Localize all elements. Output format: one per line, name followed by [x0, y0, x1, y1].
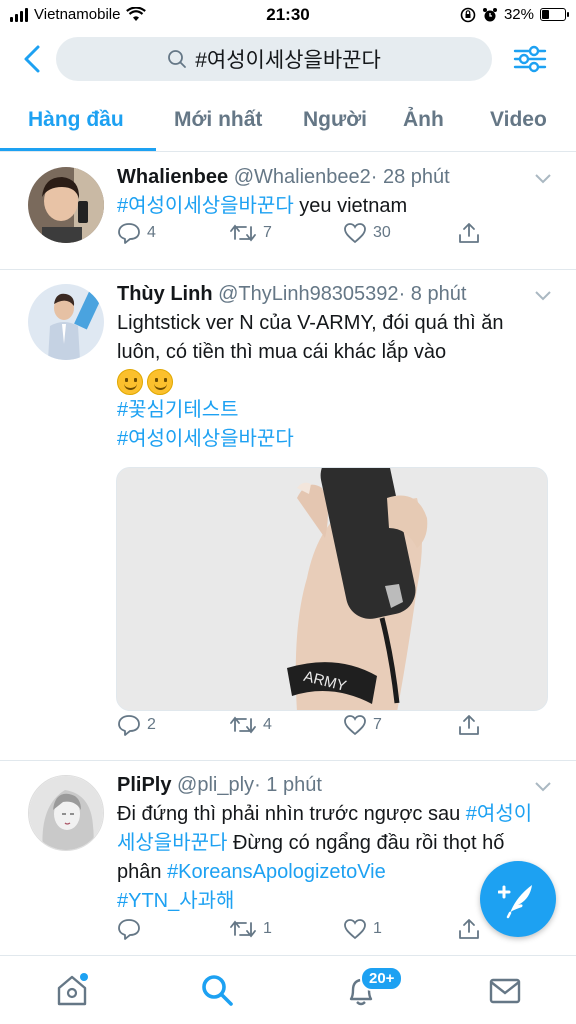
share-icon: [459, 715, 479, 735]
tweet-text: #여성이세상을바꾼다 yeu vietnam: [117, 192, 546, 221]
battery-percent: 32%: [503, 6, 534, 23]
tweet-body: Thùy Linh @ThyLinh98305392· 8 phút Light…: [117, 283, 546, 454]
tweet-time: · 8 phút: [398, 283, 467, 305]
heart-icon: [344, 223, 366, 244]
heart-icon: [344, 715, 366, 736]
smiley-emoji-icon: [117, 368, 143, 395]
search-header: #여성이세상을바꾼다: [0, 34, 576, 84]
messages-envelope-icon[interactable]: [487, 972, 523, 1008]
alarm-icon: [482, 7, 497, 21]
hashtag-link[interactable]: #꽃심기테스트: [117, 399, 239, 421]
share-icon: [459, 223, 479, 243]
reply-icon: [118, 223, 140, 244]
retweet-count: 4: [263, 716, 272, 733]
display-name[interactable]: Thùy Linh: [117, 283, 213, 305]
reply-icon: [118, 919, 140, 940]
tweet[interactable]: Whalienbee @Whalienbee2· 28 phút #여성이세상을…: [0, 153, 576, 270]
tweet[interactable]: Thùy Linh @ThyLinh98305392· 8 phút Light…: [0, 270, 576, 761]
reply-icon: [118, 715, 140, 736]
share-button[interactable]: [457, 917, 481, 941]
retweet-icon: [230, 920, 256, 938]
filter-settings-icon[interactable]: [512, 43, 548, 75]
tab-people[interactable]: Người: [303, 108, 367, 132]
active-tab-indicator: [0, 148, 156, 151]
tweet-body: Whalienbee @Whalienbee2· 28 phút #여성이세상을…: [117, 166, 546, 221]
tab-latest[interactable]: Mới nhất: [174, 108, 262, 132]
search-query: #여성이세상을바꾼다: [195, 49, 381, 72]
tweet-header: Whalienbee @Whalienbee2· 28 phút: [117, 166, 546, 189]
search-icon[interactable]: [199, 972, 235, 1008]
share-button[interactable]: [457, 713, 481, 737]
compose-tweet-button[interactable]: [480, 861, 556, 937]
retweet-button[interactable]: 4: [229, 715, 272, 735]
reply-count: 4: [147, 224, 156, 241]
home-icon[interactable]: [54, 972, 90, 1008]
retweet-button[interactable]: 7: [229, 223, 272, 243]
rotation-lock-icon: [460, 7, 476, 22]
battery-level: [542, 10, 549, 19]
tweet[interactable]: PliPly @pli_ply· 1 phút Đi đứng thì phải…: [0, 761, 576, 955]
status-right: 32%: [460, 6, 569, 23]
back-button[interactable]: [18, 42, 48, 76]
tab-videos[interactable]: Video: [490, 108, 547, 132]
status-bar: Vietnamobile 21:30 32%: [0, 0, 576, 30]
share-button[interactable]: [457, 221, 481, 245]
tweet-text: Lightstick ver N của V-ARMY, đói quá thì…: [117, 309, 546, 454]
battery-icon: [540, 8, 569, 21]
avatar[interactable]: [28, 284, 104, 360]
reply-button[interactable]: 4: [117, 222, 156, 244]
display-name[interactable]: PliPly: [117, 774, 171, 796]
chevron-down-icon[interactable]: [534, 781, 552, 793]
avatar[interactable]: [28, 167, 104, 243]
tweet-text-fragment: Đi đứng thì phải nhìn trước ngược sau: [117, 803, 466, 825]
reply-button[interactable]: 2: [117, 714, 156, 736]
reply-count: 2: [147, 716, 156, 733]
tweet-text-fragment: Lightstick ver N của V-ARMY, đói quá thì…: [117, 312, 504, 363]
like-button[interactable]: 1: [343, 918, 382, 940]
reply-button[interactable]: [117, 918, 147, 940]
search-tabs: Hàng đầu Mới nhất Người Ảnh Video: [0, 100, 576, 152]
chevron-down-icon[interactable]: [534, 173, 552, 185]
hashtag-link[interactable]: #여성이세상을바꾼다: [117, 195, 294, 217]
user-handle: @pli_ply: [177, 774, 255, 796]
hashtag-link[interactable]: #KoreansApologizetoVie: [167, 861, 386, 883]
compose-feather-icon: [498, 885, 532, 919]
tweet-time: · 1 phút: [254, 774, 322, 796]
bottom-nav: 20+: [0, 955, 576, 1024]
avatar[interactable]: [28, 775, 104, 851]
display-name[interactable]: Whalienbee: [117, 166, 228, 188]
heart-icon: [344, 919, 366, 940]
like-button[interactable]: 30: [343, 222, 391, 244]
tweet-text-fragment: yeu vietnam: [293, 195, 408, 217]
tab-top[interactable]: Hàng đầu: [28, 108, 124, 132]
tab-photos[interactable]: Ảnh: [403, 108, 444, 132]
search-icon: [168, 50, 187, 68]
chevron-down-icon[interactable]: [534, 290, 552, 302]
retweet-icon: [230, 224, 256, 242]
smiley-emoji-icon: [147, 368, 173, 395]
search-input[interactable]: #여성이세상을바꾼다: [56, 37, 492, 81]
like-count: 1: [373, 920, 382, 937]
retweet-icon: [230, 716, 256, 734]
retweet-count: 1: [263, 920, 272, 937]
user-handle: @ThyLinh98305392: [218, 283, 399, 305]
retweet-button[interactable]: 1: [229, 919, 272, 939]
tweet-header: PliPly @pli_ply· 1 phút: [117, 774, 546, 797]
tweet-time: · 28 phút: [370, 166, 450, 188]
retweet-count: 7: [263, 224, 272, 241]
hashtag-link[interactable]: #여성이세상을바꾼다: [117, 428, 294, 450]
share-icon: [459, 919, 479, 939]
tweet-header: Thùy Linh @ThyLinh98305392· 8 phút: [117, 283, 546, 306]
like-button[interactable]: 7: [343, 714, 382, 736]
like-count: 7: [373, 716, 382, 733]
like-count: 30: [373, 224, 391, 241]
hashtag-link[interactable]: #YTN_사과해: [117, 890, 234, 912]
user-handle: @Whalienbee2: [233, 166, 371, 188]
notifications-badge: 20+: [360, 966, 404, 991]
tweet-media-image[interactable]: ARMY: [116, 467, 548, 711]
